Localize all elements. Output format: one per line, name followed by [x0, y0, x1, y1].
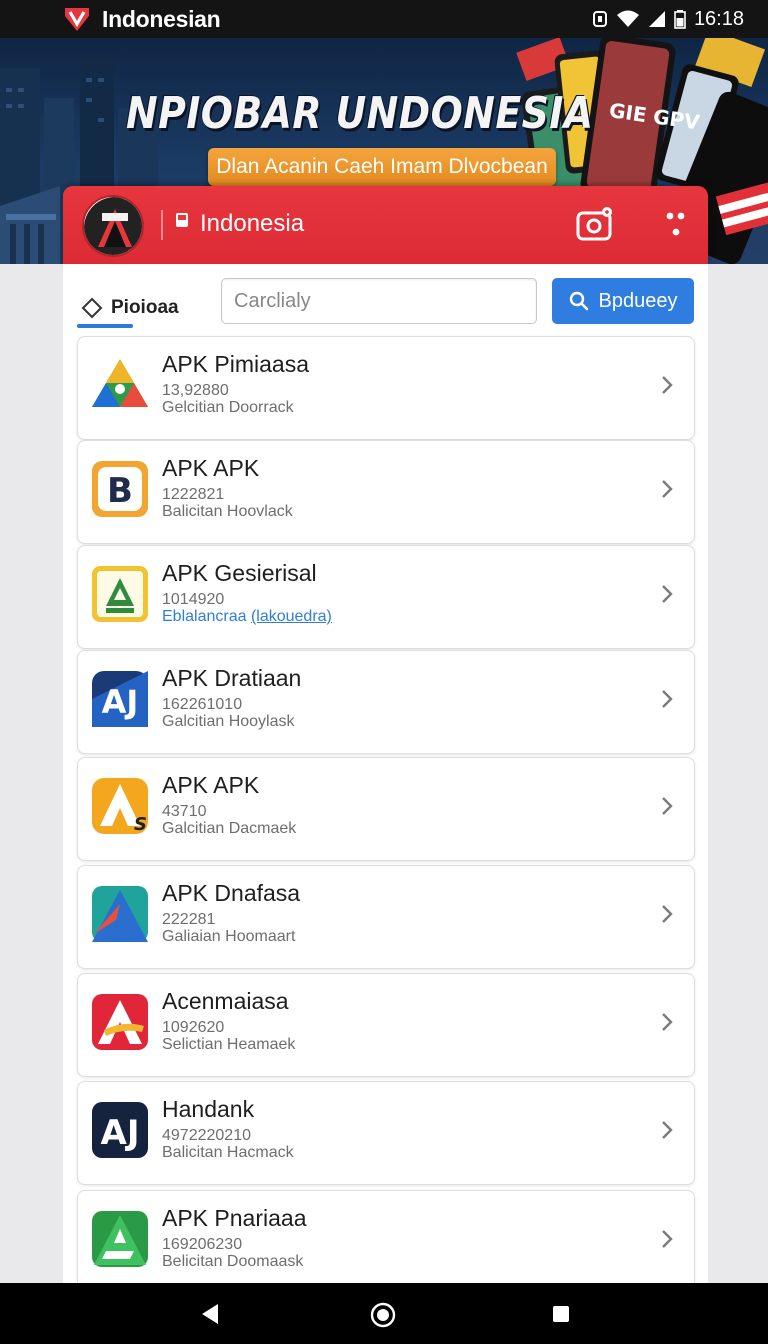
app-title: Handank — [162, 1096, 255, 1122]
app-subtitle-link-text[interactable]: (lakouedra) — [251, 608, 332, 625]
list-item[interactable]: Acenmaiasa 1092620 Selictian Heamaek — [77, 973, 695, 1077]
svg-text:S: S — [134, 814, 147, 835]
status-app-title: Indonesian — [102, 5, 221, 32]
app-title: APK APK — [162, 455, 260, 481]
app-subtitle: Selictian Heamaek — [162, 1036, 296, 1053]
app-count: 13,92880 — [162, 382, 229, 399]
tab-pioioaa[interactable]: Pioioaa — [81, 288, 179, 328]
app-count: 4972220210 — [162, 1127, 251, 1144]
hero-subtitle-button[interactable]: Dlan Acanin Caeh Imam Dlvocbean — [208, 148, 556, 186]
status-icons: 16:18 — [592, 8, 744, 31]
flag-icon — [176, 213, 188, 227]
home-icon[interactable] — [370, 1302, 396, 1328]
vpn-icon — [592, 11, 607, 27]
chevron-right-icon — [662, 376, 673, 394]
tab-indicator — [77, 324, 133, 328]
list-item[interactable]: AJ Handank 4972220210 Balicitan Hacmack — [77, 1081, 695, 1185]
avatar[interactable] — [82, 195, 144, 257]
chevron-right-icon — [662, 1230, 673, 1248]
a-badge-icon — [92, 566, 148, 622]
app-count: 43710 — [162, 803, 207, 820]
search-button[interactable]: Bpdueey — [552, 278, 694, 324]
status-bar: Indonesian 16:18 — [0, 0, 768, 38]
list-item[interactable]: B APK APK 1222821 Balicitan Hoovlack — [77, 440, 695, 544]
chevron-right-icon — [662, 690, 673, 708]
a-yellow-icon: S — [92, 778, 148, 835]
app-subtitle: Belicitan Doomaask — [162, 1253, 304, 1270]
app-subtitle: Galcitian Dacmaek — [162, 820, 297, 837]
chevron-right-icon — [662, 905, 673, 923]
aj-blue-icon: AJ — [92, 671, 148, 727]
app-subtitle: Balicitan Hacmack — [162, 1144, 294, 1161]
app-subtitle-link[interactable]: Eblalancraa (lakouedra) — [162, 608, 332, 626]
app-title: APK Dnafasa — [162, 880, 301, 906]
app-header: Indonesia — [63, 186, 708, 264]
app-title: APK APK — [162, 772, 260, 798]
app-title: APK Gesierisal — [162, 560, 317, 586]
svg-text:B: B — [107, 471, 133, 511]
tab-label: Pioioaa — [111, 297, 179, 318]
app-title: APK Pnariaaa — [162, 1205, 307, 1231]
search-icon — [569, 291, 588, 311]
triangle-green-icon — [92, 359, 148, 407]
content-panel: Pioioaa Bpdueey APK Pimiaasa 13,92880 Ge… — [63, 264, 708, 1294]
a-teal-icon — [92, 886, 148, 942]
chevron-right-icon — [662, 480, 673, 498]
wifi-icon — [616, 10, 639, 27]
list-item[interactable]: APK Pimiaasa 13,92880 Gelcitian Doorrack — [77, 336, 695, 440]
app-subtitle: Balicitan Hoovlack — [162, 503, 293, 520]
chevron-right-icon — [662, 585, 673, 603]
app-subtitle: Eblalancraa — [162, 608, 247, 625]
b-letter-icon: B — [92, 461, 148, 517]
a-green-icon — [92, 1211, 148, 1267]
monument-logo-icon — [84, 197, 142, 255]
back-icon[interactable] — [198, 1302, 222, 1326]
system-nav-bar — [0, 1283, 768, 1344]
status-time: 16:18 — [693, 7, 744, 30]
svg-text:AJ: AJ — [101, 1113, 140, 1153]
app-title: APK Pimiaasa — [162, 351, 310, 377]
app-count: 169206230 — [162, 1236, 243, 1253]
app-title: APK Dratiaan — [162, 665, 302, 691]
chevron-right-icon — [662, 1013, 673, 1031]
camera-icon[interactable] — [575, 205, 615, 245]
app-title: Acenmaiasa — [162, 988, 289, 1014]
list-item[interactable]: S APK APK 43710 Galcitian Dacmaek — [77, 757, 695, 861]
signal-icon — [648, 11, 665, 27]
chevron-right-icon — [662, 1121, 673, 1139]
app-count: 222281 — [162, 911, 216, 928]
recents-icon[interactable] — [552, 1305, 570, 1323]
app-count: 1222821 — [162, 486, 225, 503]
a-red-icon — [92, 994, 148, 1050]
aj-navy-icon: AJ — [92, 1102, 148, 1158]
app-count: 1014920 — [162, 591, 225, 608]
search-input[interactable] — [221, 278, 537, 324]
app-logo-icon — [65, 8, 89, 31]
list-item[interactable]: APK Dnafasa 222281 Galiaian Hoomaart — [77, 865, 695, 969]
app-subtitle: Galcitian Hooylask — [162, 713, 295, 730]
header-title: Indonesia — [200, 210, 305, 237]
list-item[interactable]: APK Gesierisal 1014920 Eblalancraa (lako… — [77, 545, 695, 649]
search-button-label: Bpdueey — [598, 289, 678, 312]
hero-title: NPIOBAR UNDONESIA — [126, 88, 594, 139]
more-options-icon[interactable] — [663, 206, 689, 246]
list-item[interactable]: APK Pnariaaa 169206230 Belicitan Doomaas… — [77, 1190, 695, 1294]
app-subtitle: Galiaian Hoomaart — [162, 928, 296, 945]
list-item[interactable]: AJ APK Dratiaan 162261010 Galcitian Hooy… — [77, 650, 695, 754]
diamond-icon — [81, 297, 103, 319]
app-subtitle: Gelcitian Doorrack — [162, 399, 294, 416]
chevron-right-icon — [662, 797, 673, 815]
battery-icon — [674, 10, 686, 29]
header-divider — [161, 210, 163, 240]
app-count: 162261010 — [162, 696, 243, 713]
app-count: 1092620 — [162, 1019, 225, 1036]
svg-text:AJ: AJ — [102, 683, 139, 721]
